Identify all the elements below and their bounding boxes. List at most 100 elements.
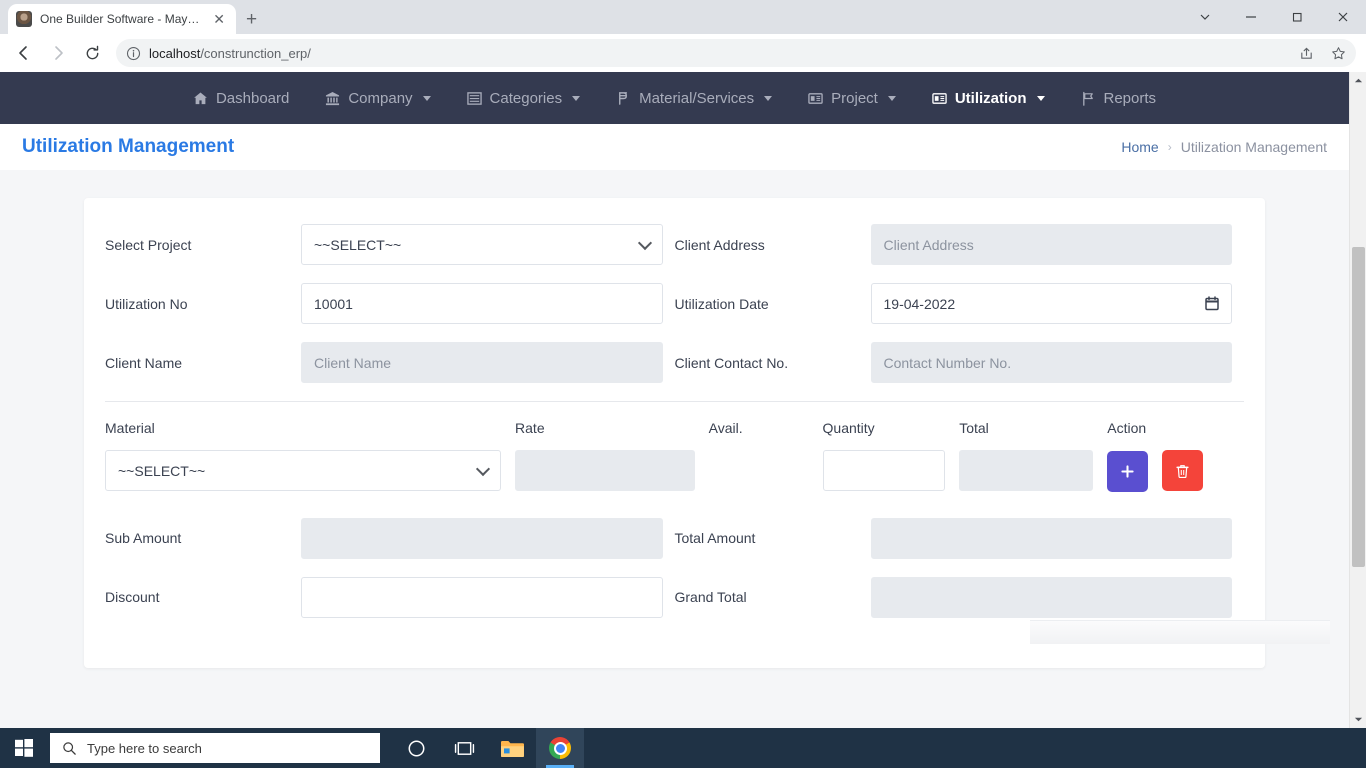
chevron-down-icon (1036, 95, 1045, 101)
window-controls (1182, 0, 1366, 34)
home-icon (193, 91, 208, 106)
label-select-project: Select Project (105, 236, 192, 253)
task-view-icon[interactable] (440, 728, 488, 768)
file-explorer-icon[interactable] (488, 728, 536, 768)
add-row-button[interactable] (1107, 450, 1149, 492)
nav-item-project[interactable]: Project (790, 90, 914, 107)
cell-total (959, 450, 1107, 492)
utilization-date-input[interactable]: 19-04-2022 (870, 283, 1232, 324)
forward-icon[interactable] (44, 39, 72, 67)
cortana-icon[interactable] (392, 728, 440, 768)
label-utilization-date: Utilization Date (674, 295, 769, 312)
address-bar[interactable]: localhost/construnction_erp/ (116, 39, 1356, 67)
nav-item-material-services[interactable]: Material/Services (598, 90, 790, 107)
nav-label-categories: Categories (489, 89, 563, 107)
field-client-name: Client Name Client Name (105, 342, 675, 383)
discount-input[interactable] (301, 576, 663, 618)
browser-toolbar: localhost/construnction_erp/ (0, 34, 1366, 72)
breadcrumb-home-link[interactable]: Home (1121, 139, 1158, 155)
quantity-input[interactable] (822, 450, 946, 492)
summary-section: Sub Amount Total Amount Discount Grand T… (105, 517, 1245, 618)
materials-table: Material Rate Avail. Quantity Total Acti… (105, 414, 1244, 492)
calendar-icon[interactable] (1205, 296, 1219, 311)
maximize-icon[interactable] (1274, 0, 1320, 34)
column-header-total: Total (959, 420, 989, 436)
nav-item-reports[interactable]: Reports (1063, 90, 1175, 107)
select-project-dropdown[interactable]: ~~SELECT~~ (301, 224, 663, 265)
cell-rate (515, 450, 709, 492)
field-grand-total: Grand Total (675, 576, 1245, 618)
page-viewport: Dashboard Company Categories Material/Se… (0, 72, 1366, 728)
new-tab-button[interactable]: + (246, 10, 257, 29)
app-navbar: Dashboard Company Categories Material/Se… (0, 72, 1349, 124)
nav-label-utilization: Utilization (954, 89, 1027, 107)
table-header-row: Material Rate Avail. Quantity Total Acti… (105, 414, 1244, 450)
nav-item-company[interactable]: Company (307, 90, 448, 107)
reload-icon[interactable] (78, 39, 106, 67)
taskbar-search-box[interactable]: Type here to search (50, 733, 380, 763)
browser-tab[interactable]: One Builder Software - Mayuri K ✕ (8, 4, 236, 34)
chevron-down-icon (887, 95, 896, 101)
tab-favicon (16, 11, 32, 27)
nav-label-dashboard: Dashboard (215, 89, 290, 107)
grand-total-input[interactable] (870, 576, 1232, 618)
card-icon (808, 91, 823, 106)
trash-icon (1176, 464, 1189, 478)
utilization-no-input[interactable]: 10001 (301, 283, 663, 324)
scroll-up-icon[interactable] (1350, 72, 1366, 89)
delete-row-button[interactable] (1161, 450, 1203, 491)
scroll-down-icon[interactable] (1350, 711, 1366, 728)
page-scrollbar[interactable] (1349, 72, 1366, 728)
url-text: localhost/construnction_erp/ (149, 46, 1286, 61)
taskbar-icons (392, 728, 584, 768)
total-amount-input[interactable] (870, 517, 1232, 559)
bookmark-star-icon[interactable] (1326, 41, 1350, 65)
section-divider (105, 401, 1244, 402)
rate-input[interactable] (515, 450, 695, 492)
field-utilization-date: Utilization Date 19-04-2022 (675, 283, 1245, 324)
material-select-dropdown[interactable]: ~~SELECT~~ (105, 450, 502, 492)
back-icon[interactable] (10, 39, 38, 67)
total-input[interactable] (959, 450, 1094, 492)
client-address-input[interactable]: Client Address (870, 224, 1232, 265)
tab-search-icon[interactable] (1182, 0, 1228, 34)
form-row-1: Select Project ~~SELECT~~ Client Address… (105, 224, 1244, 265)
page-header: Utilization Management Home › Utilizatio… (0, 124, 1349, 170)
field-sub-amount: Sub Amount (105, 517, 675, 559)
scrollbar-thumb[interactable] (1352, 247, 1365, 567)
client-contact-input[interactable]: Contact Number No. (870, 342, 1232, 383)
table-row: ~~SELECT~~ (105, 450, 1244, 492)
client-name-input[interactable]: Client Name (301, 342, 663, 383)
url-host: localhost (149, 45, 201, 61)
windows-taskbar: Type here to search (0, 728, 1366, 768)
breadcrumb: Home › Utilization Management (1121, 139, 1327, 155)
nav-label-company: Company (348, 89, 413, 107)
chrome-icon[interactable] (536, 728, 584, 768)
label-client-contact: Client Contact No. (674, 354, 789, 371)
sub-amount-input[interactable] (301, 517, 663, 559)
form-row-3: Client Name Client Name Client Contact N… (105, 342, 1244, 383)
minimize-icon[interactable] (1228, 0, 1274, 34)
column-header-material: Material (105, 420, 155, 436)
site-info-icon[interactable] (126, 46, 141, 61)
nav-item-utilization[interactable]: Utilization (914, 90, 1063, 107)
close-icon[interactable] (1320, 0, 1366, 34)
share-icon[interactable] (1294, 41, 1318, 65)
cell-action (1107, 450, 1244, 492)
taskbar-search-placeholder: Type here to search (87, 740, 202, 756)
field-client-address: Client Address Client Address (675, 224, 1245, 265)
start-button[interactable] (0, 728, 48, 768)
label-utilization-no: Utilization No (105, 295, 188, 312)
bottom-overlay-panel (1030, 620, 1330, 644)
cell-quantity (822, 450, 960, 492)
list-icon (466, 91, 482, 106)
nav-label-material-services: Material/Services (639, 89, 755, 107)
nav-item-categories[interactable]: Categories (449, 90, 599, 107)
tab-close-icon[interactable]: ✕ (210, 10, 228, 28)
summary-row-2: Discount Grand Total (105, 576, 1245, 618)
nav-item-dashboard[interactable]: Dashboard (175, 90, 307, 107)
flag-icon (1081, 91, 1096, 106)
chevron-down-icon (422, 95, 431, 101)
url-path: /construnction_erp/ (200, 45, 311, 61)
column-header-avail: Avail. (708, 420, 743, 436)
